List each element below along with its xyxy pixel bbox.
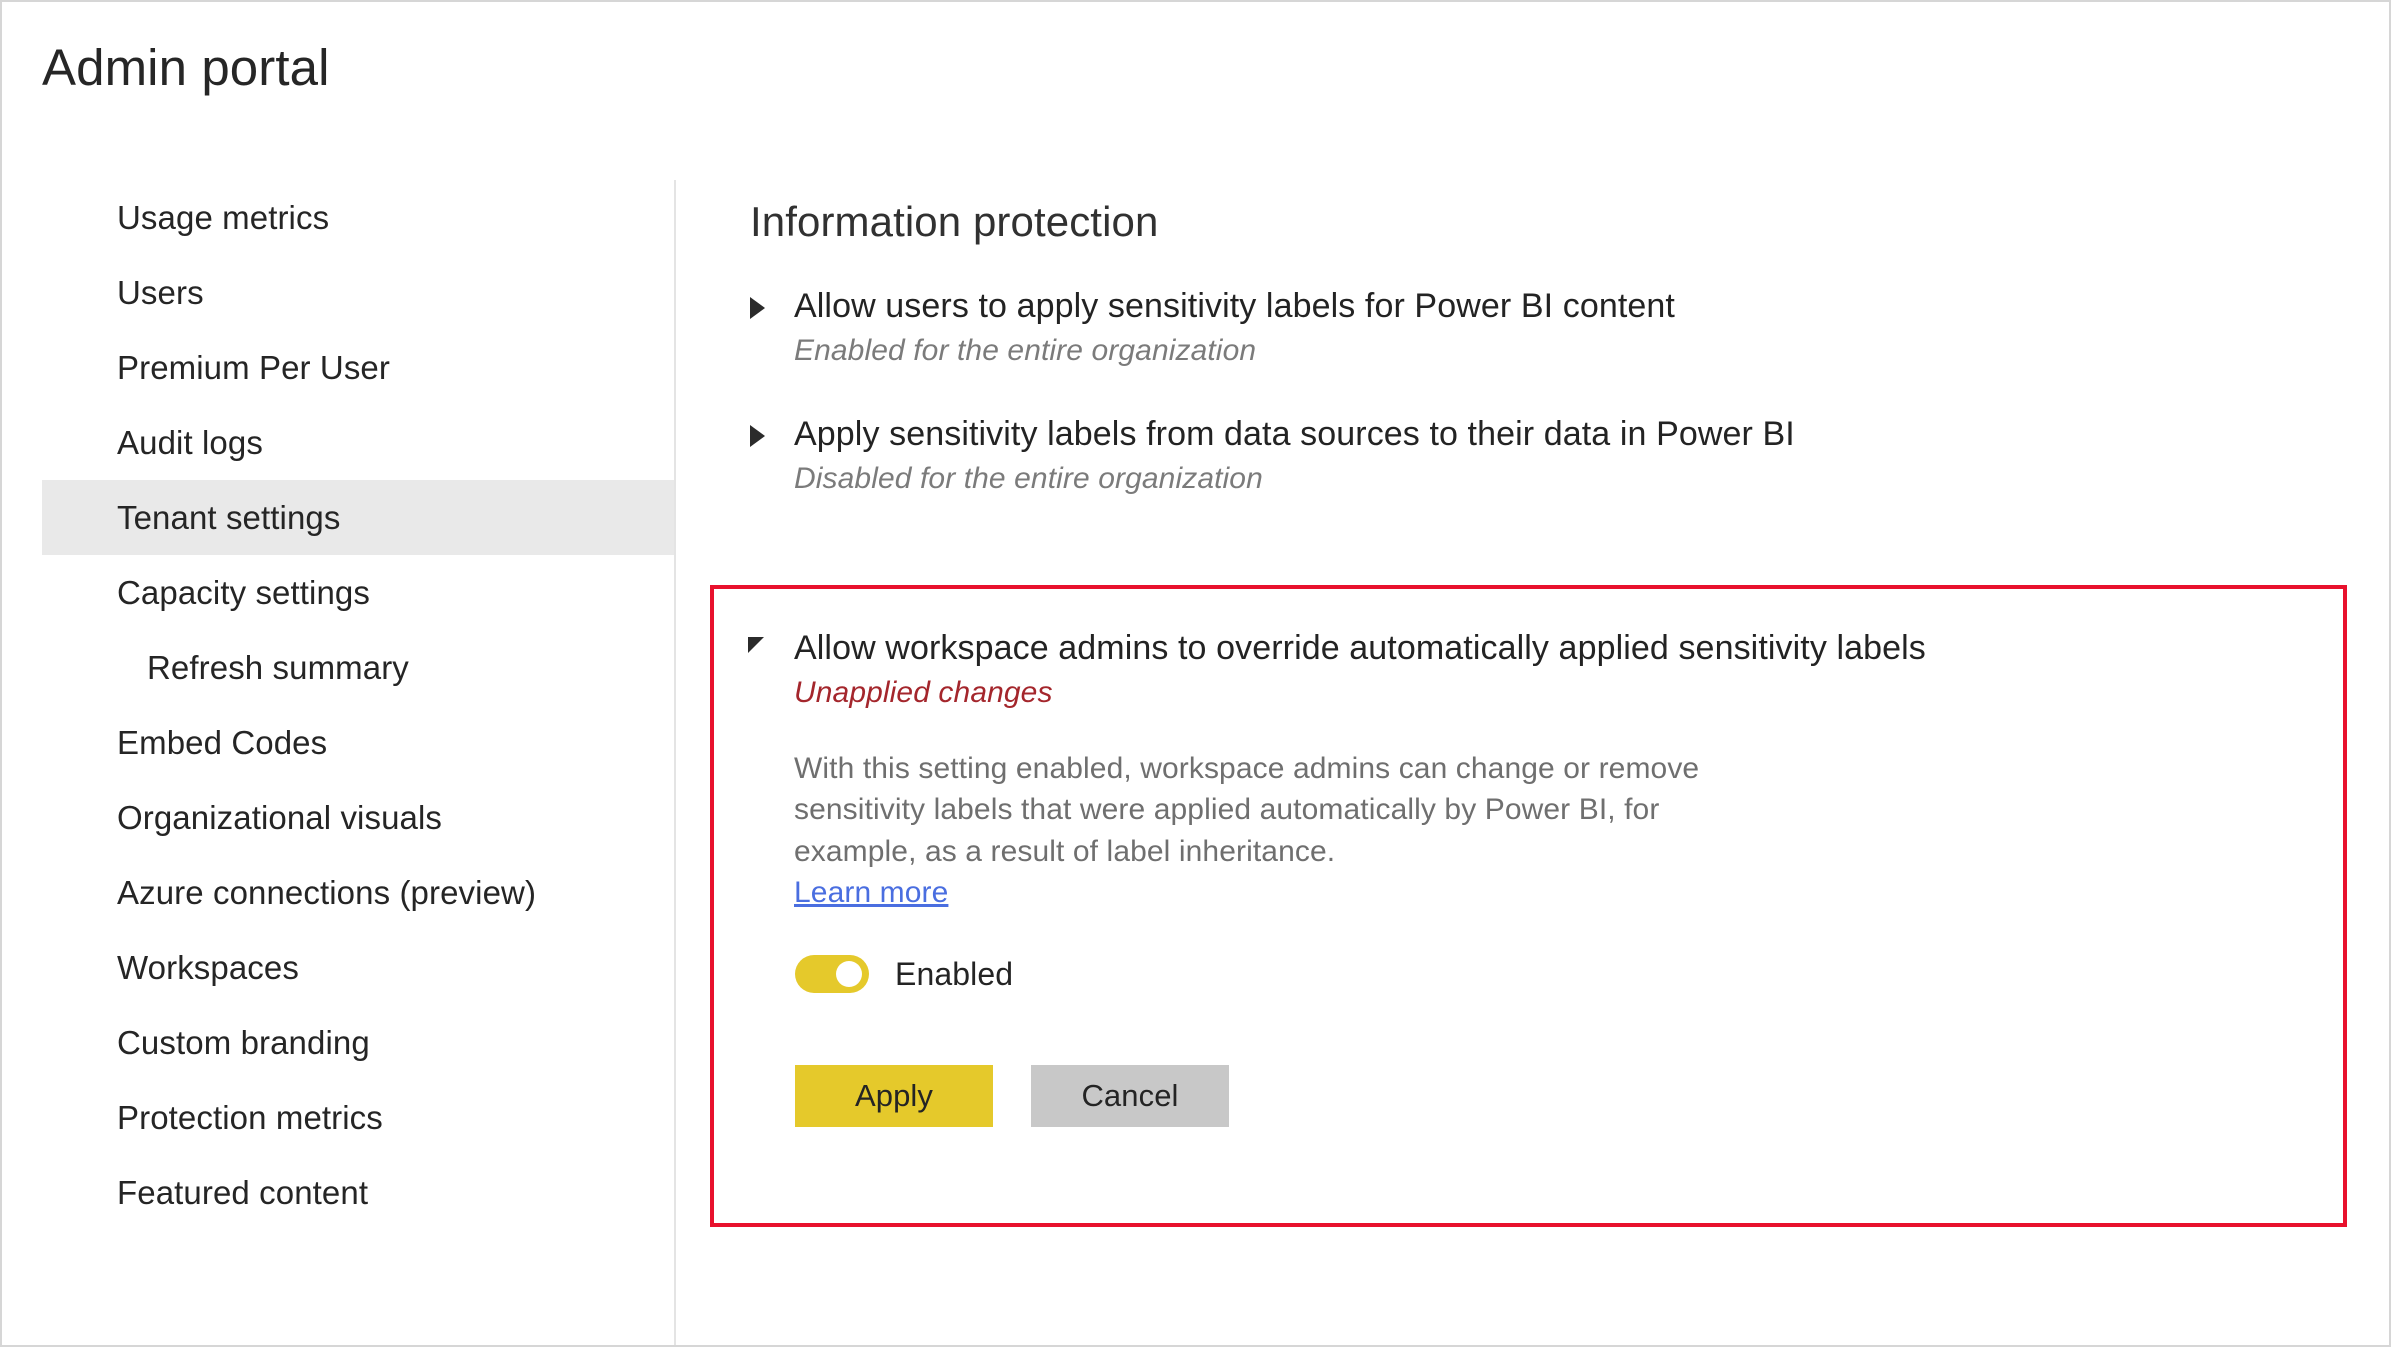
sidebar-item-audit-logs[interactable]: Audit logs — [42, 405, 674, 480]
sidebar-item-azure-connections[interactable]: Azure connections (preview) — [42, 855, 674, 930]
sidebar-item-refresh-summary[interactable]: Refresh summary — [42, 630, 674, 705]
section-heading: Information protection — [750, 198, 1159, 245]
sidebar-content-divider — [674, 180, 676, 1345]
setting-title: Apply sensitivity labels from data sourc… — [794, 414, 1795, 453]
sidebar-item-embed-codes[interactable]: Embed Codes — [42, 705, 674, 780]
sidebar-nav: Usage metrics Users Premium Per User Aud… — [42, 180, 674, 1230]
setting-title: Allow workspace admins to override autom… — [794, 629, 1926, 667]
admin-portal-page: Admin portal Usage metrics Users Premium… — [0, 0, 2391, 1347]
sidebar-item-organizational-visuals[interactable]: Organizational visuals — [42, 780, 674, 855]
sidebar-item-capacity-settings[interactable]: Capacity settings — [42, 555, 674, 630]
sidebar-item-protection-metrics[interactable]: Protection metrics — [42, 1080, 674, 1155]
sidebar-item-label: Protection metrics — [117, 1098, 383, 1136]
sidebar-item-label: Usage metrics — [117, 198, 330, 236]
sidebar-item-users[interactable]: Users — [42, 255, 674, 330]
sidebar-item-tenant-settings[interactable]: Tenant settings — [42, 480, 674, 555]
sidebar-item-workspaces[interactable]: Workspaces — [42, 930, 674, 1005]
setting-status: Enabled for the entire organization — [794, 333, 1257, 367]
setting-status: Disabled for the entire organization — [794, 461, 1263, 495]
setting-row[interactable]: Allow users to apply sensitivity labels … — [750, 286, 2350, 368]
setting-description: With this setting enabled, workspace adm… — [794, 748, 1754, 914]
learn-more-link[interactable]: Learn more — [794, 872, 948, 913]
expanded-setting-panel: Allow workspace admins to override autom… — [748, 628, 2350, 1128]
apply-button[interactable]: Apply — [795, 1065, 993, 1128]
chevron-collapse-icon[interactable] — [748, 637, 764, 669]
setting-title: Allow users to apply sensitivity labels … — [794, 287, 1675, 325]
toggle-row: Enabled — [794, 955, 2350, 994]
sidebar-item-label: Azure connections (preview) — [117, 873, 537, 911]
sidebar-item-label: Workspaces — [117, 948, 299, 986]
action-buttons: Apply Cancel — [794, 1065, 2350, 1128]
setting-description-text: With this setting enabled, workspace adm… — [794, 751, 1700, 868]
unapplied-changes-status: Unapplied changes — [794, 675, 1053, 709]
sidebar-item-featured-content[interactable]: Featured content — [42, 1155, 674, 1230]
toggle-knob — [836, 961, 862, 988]
sidebar-item-label: Users — [117, 273, 204, 311]
sidebar-item-label: Organizational visuals — [117, 798, 443, 836]
sidebar-item-custom-branding[interactable]: Custom branding — [42, 1005, 674, 1080]
sidebar-item-label: Tenant settings — [117, 498, 341, 536]
sidebar-item-label: Audit logs — [117, 423, 263, 461]
sidebar-item-premium-per-user[interactable]: Premium Per User — [42, 330, 674, 405]
cancel-button[interactable]: Cancel — [1031, 1065, 1229, 1128]
sidebar-item-label: Featured content — [117, 1173, 369, 1211]
page-title: Admin portal — [42, 39, 330, 96]
toggle-label: Enabled — [895, 955, 1014, 992]
sidebar-item-label: Capacity settings — [117, 573, 370, 611]
sidebar-item-label: Custom branding — [117, 1023, 370, 1061]
enabled-toggle[interactable] — [795, 955, 869, 994]
setting-row-expanded[interactable]: Allow workspace admins to override autom… — [748, 628, 2350, 1128]
sidebar-item-label: Premium Per User — [117, 348, 390, 386]
settings-content: Information protection Allow users to ap… — [750, 198, 2350, 542]
chevron-right-icon[interactable] — [750, 297, 765, 319]
sidebar-item-label: Embed Codes — [117, 723, 328, 761]
sidebar-item-usage-metrics[interactable]: Usage metrics — [42, 180, 674, 255]
sidebar-item-label: Refresh summary — [147, 648, 409, 686]
chevron-right-icon[interactable] — [750, 424, 765, 447]
setting-row[interactable]: Apply sensitivity labels from data sourc… — [750, 414, 2350, 496]
